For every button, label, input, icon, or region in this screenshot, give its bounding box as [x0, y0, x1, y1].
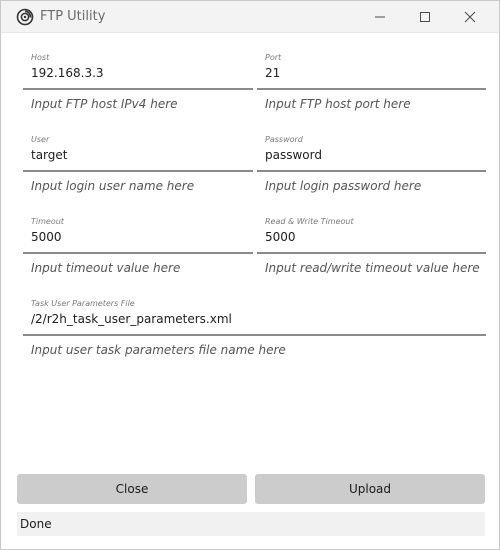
rw-timeout-underline — [257, 252, 486, 254]
maximize-icon — [419, 11, 431, 23]
port-label: Port — [265, 53, 282, 62]
window-title: FTP Utility — [40, 9, 106, 24]
host-underline — [23, 88, 253, 90]
status-text: Done — [20, 517, 52, 531]
swirl-app-icon — [16, 8, 34, 26]
content-area: Host 192.168.3.3 Input FTP host IPv4 her… — [1, 32, 499, 549]
minimize-icon — [374, 11, 386, 23]
title-bar[interactable]: FTP Utility — [1, 1, 499, 32]
task-file-label: Task User Parameters File — [31, 299, 135, 308]
timeout-label: Timeout — [31, 217, 64, 226]
form-panel: Host 192.168.3.3 Input FTP host IPv4 her… — [1, 32, 499, 549]
password-input[interactable]: password — [265, 147, 322, 163]
status-bar: Done — [17, 512, 485, 536]
maximize-button[interactable] — [402, 1, 448, 32]
password-underline — [257, 170, 486, 172]
close-icon — [464, 11, 476, 23]
password-hint: Input login password here — [265, 179, 422, 193]
user-input[interactable]: target — [31, 147, 68, 163]
password-label: Password — [265, 135, 303, 144]
task-file-input[interactable]: /2/r2h_task_user_parameters.xml — [31, 311, 232, 327]
port-input[interactable]: 21 — [265, 65, 280, 81]
rw-timeout-input[interactable]: 5000 — [265, 229, 296, 245]
task-file-hint: Input user task parameters file name her… — [31, 343, 286, 357]
port-underline — [257, 88, 486, 90]
host-input[interactable]: 192.168.3.3 — [31, 65, 104, 81]
timeout-hint: Input timeout value here — [31, 261, 181, 275]
minimize-button[interactable] — [357, 1, 403, 32]
port-hint: Input FTP host port here — [265, 97, 411, 111]
task-file-underline — [23, 334, 486, 336]
user-label: User — [31, 135, 50, 144]
host-label: Host — [31, 53, 50, 62]
timeout-underline — [23, 252, 253, 254]
window-close-button[interactable] — [447, 1, 493, 32]
timeout-input[interactable]: 5000 — [31, 229, 62, 245]
rw-timeout-hint: Input read/write timeout value here — [265, 261, 480, 275]
upload-button[interactable]: Upload — [255, 474, 485, 504]
host-hint: Input FTP host IPv4 here — [31, 97, 178, 111]
rw-timeout-label: Read & Write Timeout — [265, 217, 354, 226]
close-button[interactable]: Close — [17, 474, 247, 504]
ftp-utility-window: FTP Utility Host 192.168.3.3 Input FTP h — [0, 0, 500, 550]
user-hint: Input login user name here — [31, 179, 195, 193]
user-underline — [23, 170, 253, 172]
